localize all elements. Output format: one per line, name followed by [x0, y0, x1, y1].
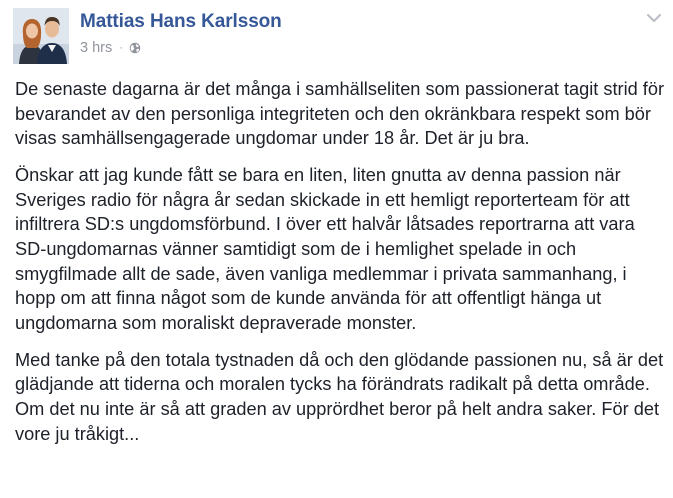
post-paragraph: Önskar att jag kunde fått se bara en lit…	[15, 165, 635, 333]
timestamp-link[interactable]: 3 hrs	[80, 40, 112, 56]
post-options-button[interactable]	[644, 10, 664, 26]
post-paragraph: Med tanke på den totala tystnaden då och…	[15, 349, 664, 444]
author-name-link[interactable]: Mattias Hans Karlsson	[80, 11, 282, 33]
avatar[interactable]	[13, 8, 69, 64]
chevron-down-icon	[647, 14, 661, 22]
meta-separator: ·	[119, 41, 123, 54]
post-meta: 3 hrs ·	[80, 40, 141, 56]
facebook-post: Mattias Hans Karlsson 3 hrs · De senaste…	[0, 0, 673, 498]
globe-icon[interactable]	[129, 42, 141, 54]
post-body: De senaste dagarna är det många i samhäl…	[15, 77, 665, 458]
avatar-photo	[13, 8, 69, 64]
post-paragraph: De senaste dagarna är det många i samhäl…	[15, 79, 665, 149]
